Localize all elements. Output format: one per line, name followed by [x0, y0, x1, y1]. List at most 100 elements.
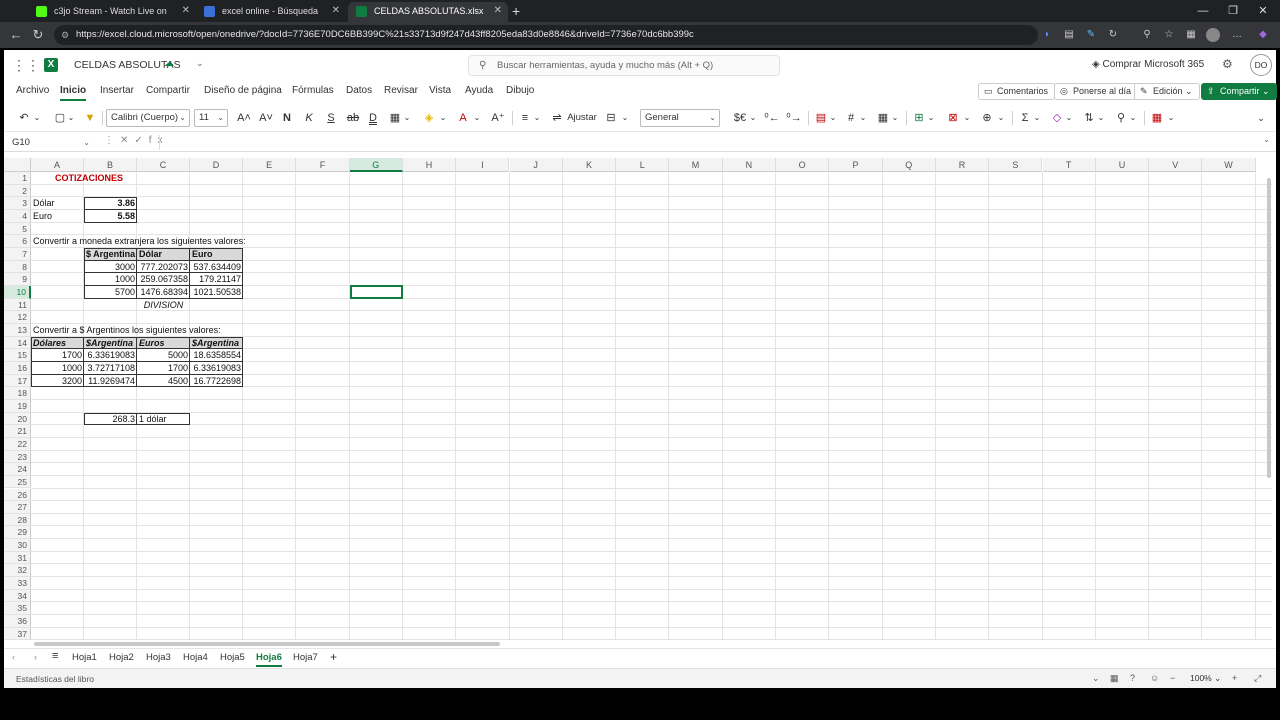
row-header-24[interactable]: 24 — [4, 463, 31, 476]
chevron-down-icon[interactable]: ⌄ — [1166, 110, 1176, 126]
chevron-down-icon[interactable]: ⌄ — [962, 110, 972, 126]
chevron-down-icon[interactable]: ⌄ — [1064, 110, 1074, 126]
spreadsheet-grid[interactable]: A B C D E F G H I J K L M N O P Q R S T U V W 1 2 3 4 5 6 7 8 9 10 11 12 13… — [4, 158, 1272, 640]
sheet-tab-hoja4[interactable]: Hoja4 — [183, 652, 208, 663]
column-header-w[interactable]: W — [1202, 158, 1256, 172]
bold-icon[interactable]: N — [280, 110, 294, 126]
sheet-tab-hoja1[interactable]: Hoja1 — [72, 652, 97, 663]
column-header-l[interactable]: L — [616, 158, 670, 172]
tab-formulas[interactable]: Fórmulas — [292, 85, 334, 96]
chevron-down-icon[interactable]: ⌄ — [926, 110, 936, 126]
extension-icon[interactable]: ◗ — [1040, 28, 1054, 42]
url-input[interactable]: ⚙ https://excel.cloud.microsoft/open/one… — [54, 25, 1038, 45]
zoom-in-icon[interactable]: + — [1232, 673, 1237, 683]
row-header-28[interactable]: 28 — [4, 513, 31, 527]
row-header-21[interactable]: 21 — [4, 425, 31, 438]
chevron-down-icon[interactable]: ⌄ — [1092, 673, 1100, 684]
column-header-g[interactable]: G — [349, 158, 403, 172]
format-painter-icon[interactable]: ▼ — [82, 110, 98, 126]
app-launcher-icon[interactable]: ⋮⋮ — [12, 58, 40, 72]
row-header-27[interactable]: 27 — [4, 501, 31, 514]
fill-color-icon[interactable]: ◈ — [422, 110, 436, 126]
row-header-31[interactable]: 31 — [4, 551, 31, 565]
cell-styles-icon[interactable]: ▦ — [876, 110, 890, 126]
row-header-17[interactable]: 17 — [4, 374, 31, 388]
row-header-7[interactable]: 7 — [4, 247, 31, 261]
row-header-13[interactable]: 13 — [4, 323, 31, 337]
chevron-down-icon[interactable]: ⌄ — [532, 110, 542, 126]
help-icon[interactable]: ? — [1130, 673, 1135, 683]
share-button[interactable]: ⇪ Compartir ⌄ — [1201, 83, 1277, 100]
tab-archivo[interactable]: Archivo — [16, 85, 49, 96]
undo-icon[interactable]: ↶ — [16, 110, 32, 126]
insert-cells-icon[interactable]: ⊞ — [912, 110, 926, 126]
cell-t2-ars-1[interactable]: 11.9269474 — [84, 375, 137, 388]
close-icon[interactable]: ✕ — [332, 2, 340, 20]
confirm-icon[interactable]: ✓ — [134, 135, 148, 146]
cell-t2-ars-2[interactable]: 16.7722698 — [190, 375, 243, 388]
favorites-icon[interactable]: ☆ — [1162, 28, 1176, 42]
catch-up-button[interactable]: ◎ Ponerse al día — [1054, 83, 1139, 100]
extension-icon[interactable]: ✎ — [1084, 28, 1098, 42]
font-color-icon[interactable]: A — [456, 110, 470, 126]
chevron-down-icon[interactable]: ⌄ — [828, 110, 838, 126]
italic-icon[interactable]: K — [302, 110, 316, 126]
row-header-16[interactable]: 16 — [4, 361, 31, 375]
font-size-select[interactable]: 11 ⌄ — [194, 109, 228, 127]
chevron-down-icon[interactable]: ⌄ — [890, 110, 900, 126]
row-header-36[interactable]: 36 — [4, 615, 31, 628]
site-info-icon[interactable]: ⚙ — [61, 25, 69, 45]
conditional-format-icon[interactable]: ▤ — [814, 110, 828, 126]
row-header-9[interactable]: 9 — [4, 273, 31, 286]
name-box[interactable]: G10 ⌄ — [8, 135, 92, 150]
row-header-6[interactable]: 6 — [4, 235, 31, 248]
tab-dibujo[interactable]: Dibujo — [506, 85, 534, 96]
tab-datos[interactable]: Datos — [346, 85, 372, 96]
comments-button[interactable]: ▭ Comentarios — [978, 83, 1056, 100]
cell-t1-usd[interactable]: 1476.68394 — [137, 286, 190, 299]
cell-t2-eur[interactable]: 4500 — [137, 375, 190, 388]
chevron-down-icon[interactable]: ⌄ — [32, 110, 42, 126]
column-header-e[interactable]: E — [243, 158, 297, 172]
row-header-11[interactable]: 11 — [4, 298, 31, 312]
row-header-5[interactable]: 5 — [4, 222, 31, 236]
sheet-tab-hoja5[interactable]: Hoja5 — [220, 652, 245, 663]
cell-t2-usd[interactable]: 3200 — [31, 375, 84, 388]
next-sheet-icon[interactable]: › — [34, 652, 37, 662]
browser-tab-search[interactable]: excel online - Búsqueda ✕ — [196, 2, 346, 22]
refresh-extension-icon[interactable]: ↻ — [1106, 28, 1120, 42]
workbook-stats[interactable]: Estadísticas del libro — [16, 674, 94, 684]
row-header-30[interactable]: 30 — [4, 539, 31, 552]
row-header-29[interactable]: 29 — [4, 526, 31, 540]
wrap-text-icon[interactable]: ⇌ — [550, 110, 564, 126]
currency-icon[interactable]: $€ — [732, 110, 748, 126]
active-cell-selection[interactable] — [349, 284, 403, 299]
row-header-22[interactable]: 22 — [4, 437, 31, 451]
format-table-icon[interactable]: # — [844, 110, 858, 126]
increase-decimal-icon[interactable]: ⁰← — [764, 110, 780, 126]
cell-division-note[interactable]: DIVISION — [137, 299, 190, 312]
tab-compartir[interactable]: Compartir — [146, 85, 190, 96]
row-header-37[interactable]: 37 — [4, 627, 31, 640]
cell-b20[interactable]: 268.3 — [84, 413, 137, 426]
column-header-r[interactable]: R — [935, 158, 990, 172]
decrease-font-icon[interactable]: A˅ — [258, 110, 274, 126]
formula-input[interactable] — [159, 135, 1259, 150]
browser-tab-excel[interactable]: CELDAS ABSOLUTAS.xlsx ✕ — [348, 2, 508, 22]
increase-font-icon[interactable]: A˄ — [236, 110, 252, 126]
column-header-q[interactable]: Q — [882, 158, 936, 172]
align-icon[interactable]: ≡ — [518, 110, 532, 126]
column-header-f[interactable]: F — [296, 158, 350, 172]
more-font-options-icon[interactable]: A⁺ — [490, 110, 506, 126]
sheet-tab-hoja6[interactable]: Hoja6 — [256, 652, 282, 667]
row-header-23[interactable]: 23 — [4, 450, 31, 464]
horizontal-scrollbar[interactable] — [4, 640, 1272, 648]
sort-filter-icon[interactable]: ⇅ — [1082, 110, 1096, 126]
row-header-20[interactable]: 20 — [4, 412, 31, 426]
zoom-level[interactable]: 100% ⌄ — [1190, 673, 1221, 684]
row-header-32[interactable]: 32 — [4, 564, 31, 578]
menu-icon[interactable]: … — [1230, 28, 1244, 42]
row-header-8[interactable]: 8 — [4, 260, 31, 274]
row-header-15[interactable]: 15 — [4, 349, 31, 362]
row-header-3[interactable]: 3 — [4, 197, 31, 210]
